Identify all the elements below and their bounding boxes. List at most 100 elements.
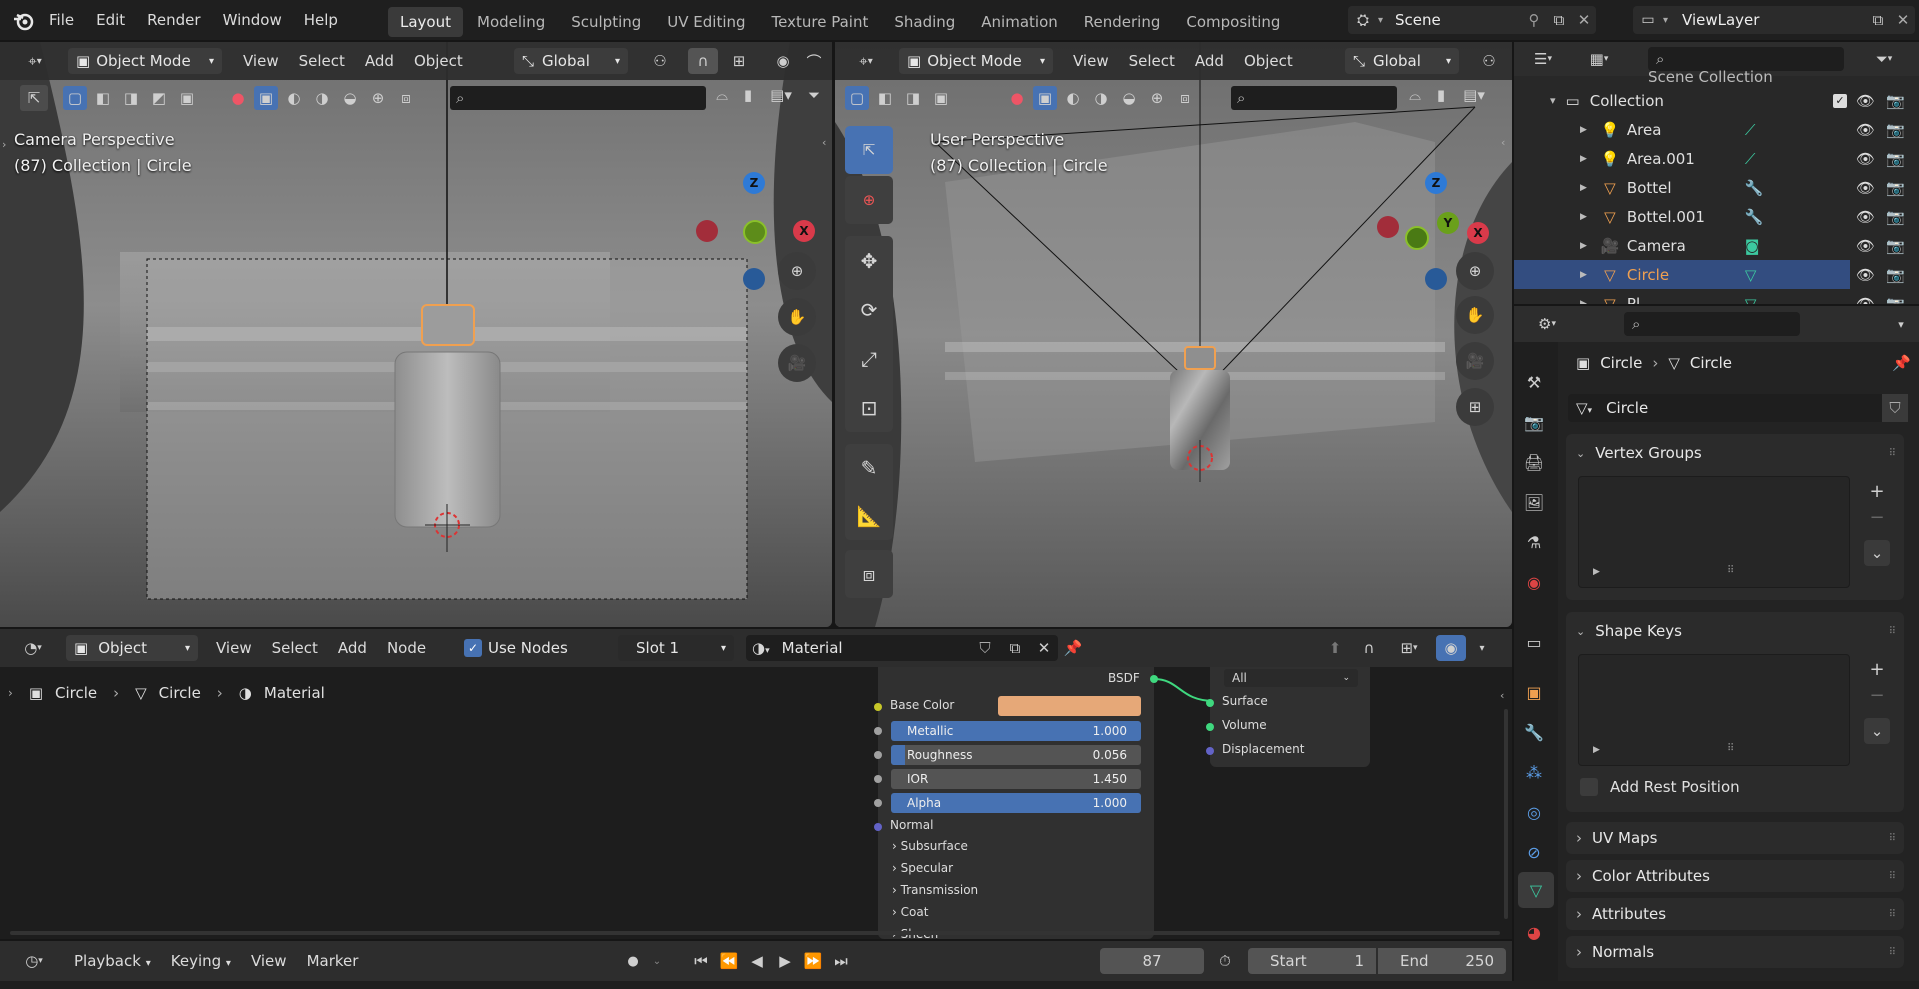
output-target-dropdown[interactable]: All ⌄ <box>1224 669 1358 687</box>
node-scrollbar-vertical[interactable] <box>1504 709 1508 919</box>
mesh-data-selector[interactable]: ▽▾ Circle ⛉ <box>1568 394 1908 422</box>
select-intersect-icon[interactable]: ▣ <box>175 86 199 110</box>
add-rest-position-checkbox[interactable]: Add Rest Position <box>1580 778 1740 796</box>
snap-icon[interactable]: ∩ <box>688 48 718 74</box>
material-output-node[interactable]: All ⌄ Surface Volume Displacement <box>1206 667 1370 767</box>
next-keyframe-icon[interactable]: ⏩ <box>802 949 824 973</box>
sidebar-toggle-arrow[interactable]: ‹ <box>1501 136 1505 149</box>
color-attributes-header[interactable]: › Color Attributes ⠿ <box>1576 863 1896 889</box>
normals-panel[interactable]: › Normals ⠿ <box>1566 936 1904 968</box>
viewport-search[interactable]: ⌕ <box>450 86 706 110</box>
jump-start-icon[interactable]: ⏮ <box>690 949 712 973</box>
metallic-socket[interactable] <box>874 727 882 735</box>
remove-vertex-group-button[interactable]: − <box>1864 506 1890 528</box>
base-color-socket[interactable] <box>874 703 882 711</box>
checkbox-checked-icon[interactable]: ✓ <box>464 639 482 657</box>
wireframe-toggle-icon[interactable]: ▣ <box>1033 86 1057 110</box>
menu-object[interactable]: Object <box>1234 46 1303 76</box>
gizmo-y-axis[interactable] <box>743 220 767 244</box>
vertex-group-menu-button[interactable]: ⌄ <box>1864 540 1890 566</box>
eye-icon[interactable]: 👁 <box>1856 208 1875 226</box>
select-extend-icon[interactable]: ◧ <box>91 86 115 110</box>
mesh-data-tab-icon[interactable]: ▽ <box>1526 880 1546 900</box>
tab-modeling[interactable]: Modeling <box>465 7 557 37</box>
collection-tab-icon[interactable]: ▭ <box>1524 632 1544 652</box>
display-mode-icon[interactable]: ▦ ▾ <box>1580 47 1618 71</box>
drag-handle-icon[interactable]: ⠿ <box>1889 448 1896 459</box>
menu-select[interactable]: Select <box>262 633 328 663</box>
tab-animation[interactable]: Animation <box>969 7 1069 37</box>
select-new-icon[interactable]: ▢ <box>845 86 869 110</box>
new-viewlayer-icon[interactable]: ⧉ <box>1865 11 1891 29</box>
mesh-data-icon[interactable]: ▽ <box>1745 295 1785 305</box>
pivot-icon[interactable]: ⚇ <box>640 48 680 74</box>
pivot-icon[interactable]: ⚇ <box>1469 48 1509 74</box>
overlay-icon[interactable]: ⊕ <box>366 86 390 110</box>
render-camera-icon[interactable]: 📷 <box>1886 150 1905 168</box>
checkbox-icon[interactable] <box>1580 778 1598 796</box>
attributes-header[interactable]: › Attributes ⠿ <box>1576 901 1896 927</box>
displacement-socket[interactable] <box>1206 747 1214 755</box>
normals-header[interactable]: › Normals ⠿ <box>1576 939 1896 965</box>
expand-arrow-icon[interactable]: ▶ <box>1580 183 1587 193</box>
color-attributes-panel[interactable]: › Color Attributes ⠿ <box>1566 860 1904 892</box>
modifier-tab-icon[interactable]: 🔧 <box>1524 722 1544 742</box>
expand-arrow-icon[interactable]: ▶ <box>1593 745 1600 755</box>
menu-add[interactable]: Add <box>355 46 404 76</box>
gizmo-neg-y[interactable] <box>1405 226 1429 250</box>
chevron-down-icon[interactable]: ▾ <box>1550 94 1556 107</box>
light-data-icon[interactable]: ⟋ <box>1745 150 1785 168</box>
render-camera-icon[interactable]: 📷 <box>1886 92 1905 110</box>
uv-maps-panel[interactable]: › UV Maps ⠿ <box>1566 822 1904 854</box>
physics-tab-icon[interactable]: ◎ <box>1524 802 1544 822</box>
xray-icon[interactable]: ⧈ <box>394 86 418 110</box>
select-new-icon[interactable]: ▢ <box>63 86 87 110</box>
modifier-wrench-icon[interactable]: 🔧 <box>1745 179 1785 197</box>
filter-funnel-icon[interactable]: ⏷ ▾ <box>1864 47 1904 71</box>
vertex-groups-header[interactable]: ⌄ Vertex Groups ⠿ <box>1576 440 1896 466</box>
tab-rendering[interactable]: Rendering <box>1072 7 1173 37</box>
solid-shading-icon[interactable]: ◐ <box>282 86 306 110</box>
tab-shading[interactable]: Shading <box>882 7 967 37</box>
new-scene-icon[interactable]: ⧉ <box>1546 11 1572 29</box>
sidebar-toggle-arrow[interactable]: ‹ <box>822 136 826 149</box>
resize-grip-icon[interactable]: ⠿ <box>1727 565 1734 576</box>
select-extend-icon[interactable]: ◧ <box>873 86 897 110</box>
tab-sculpting[interactable]: Sculpting <box>559 7 653 37</box>
light-data-icon[interactable]: ⟋ <box>1745 121 1785 139</box>
wireframe-toggle-icon[interactable]: ▣ <box>254 86 278 110</box>
layout-icon[interactable]: ▤▾ <box>1457 86 1491 104</box>
falloff-curve-icon[interactable]: ⌒ <box>800 48 828 74</box>
drag-handle-icon[interactable]: ⠿ <box>1889 947 1896 958</box>
menu-node[interactable]: Node <box>377 633 436 663</box>
object-tab-icon[interactable]: ▣ <box>1524 682 1544 702</box>
modifier-wrench-icon[interactable]: 🔧 <box>1745 208 1785 226</box>
metallic-slider[interactable]: Metallic 1.000 <box>891 721 1141 741</box>
uv-maps-header[interactable]: › UV Maps ⠿ <box>1576 825 1896 851</box>
mode-dropdown[interactable]: ▣ Object Mode ▾ <box>68 48 222 74</box>
pan-hand-icon[interactable]: ✋ <box>1456 296 1494 334</box>
gizmo-z-axis[interactable]: Z <box>1425 172 1447 194</box>
normal-socket[interactable] <box>874 823 882 831</box>
constraints-tab-icon[interactable]: ⊘ <box>1524 842 1544 862</box>
menu-keying[interactable]: Keying ▾ <box>161 946 241 976</box>
node-scrollbar-horizontal[interactable] <box>10 931 1500 935</box>
close-icon[interactable]: ✕ <box>1572 11 1596 29</box>
filter-icon[interactable]: ⌓ <box>1405 86 1425 104</box>
menu-render[interactable]: Render <box>136 0 211 40</box>
world-tab-icon[interactable]: ◉ <box>1524 572 1544 592</box>
menu-view[interactable]: View <box>233 46 289 76</box>
scale-icon[interactable]: ⤢ <box>861 347 877 371</box>
menu-edit[interactable]: Edit <box>85 0 136 40</box>
jump-end-icon[interactable]: ⏭ <box>830 949 852 973</box>
tab-uv-editing[interactable]: UV Editing <box>655 7 757 37</box>
shape-keys-header[interactable]: ⌄ Shape Keys ⠿ <box>1576 618 1896 644</box>
mode-dropdown[interactable]: ▣ Object Mode ▾ <box>899 48 1053 74</box>
ior-socket[interactable] <box>874 775 882 783</box>
outliner-editor-icon[interactable]: ☰ ▾ <box>1524 47 1562 71</box>
transmission-subpanel[interactable]: › Transmission <box>892 883 978 897</box>
fake-user-shield-icon[interactable]: ⛉ <box>970 639 1000 657</box>
alpha-socket[interactable] <box>874 799 882 807</box>
eye-icon[interactable]: 👁 <box>1856 150 1875 168</box>
funnel-icon[interactable]: ⏷ <box>804 86 824 104</box>
